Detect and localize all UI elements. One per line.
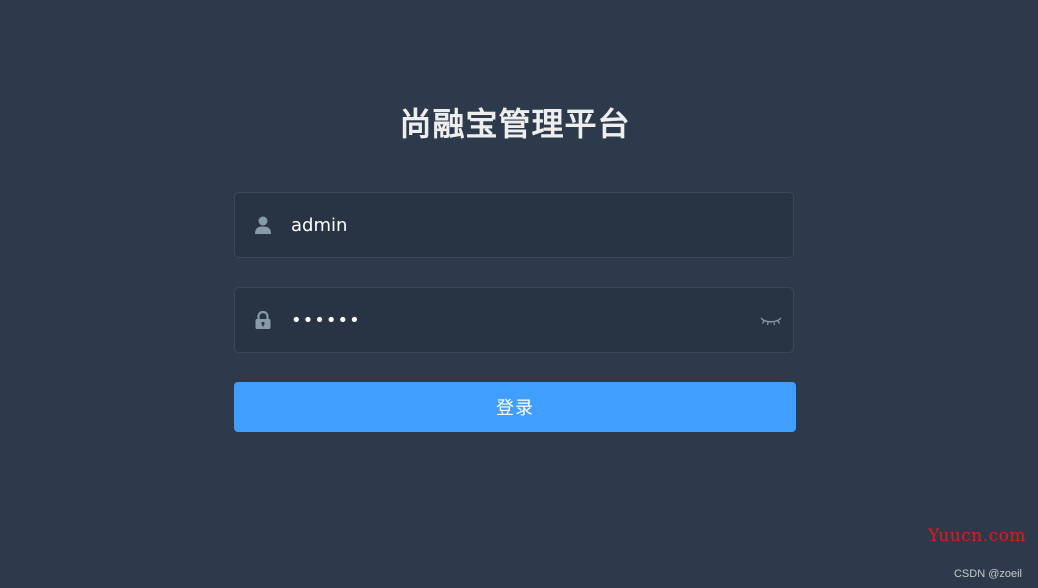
user-icon (253, 215, 273, 235)
credit-text: CSDN @zoeil (953, 568, 1022, 580)
password-field-container (234, 287, 794, 353)
eye-closed-icon[interactable] (759, 310, 783, 330)
lock-icon (253, 310, 273, 330)
login-button[interactable]: 登录 (234, 382, 796, 432)
page-title: 尚融宝管理平台 (399, 105, 631, 143)
username-input[interactable] (291, 193, 751, 257)
watermark-text: Yuucn.com (928, 526, 1026, 546)
password-input[interactable] (291, 288, 751, 352)
username-field-container (234, 192, 794, 258)
